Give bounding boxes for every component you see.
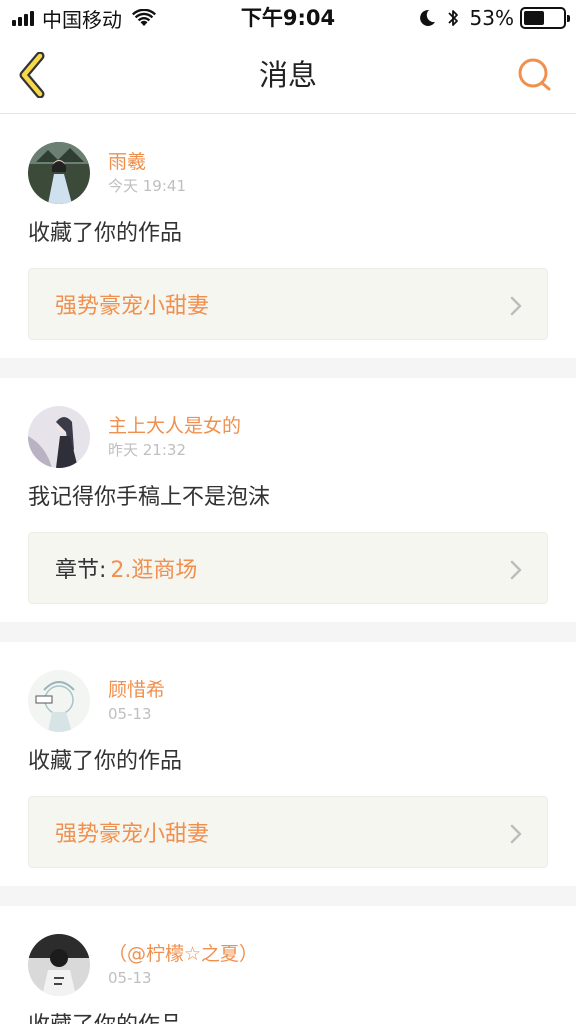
avatar[interactable] <box>28 142 90 204</box>
chapter-label: 章节: <box>55 558 107 583</box>
timestamp: 昨天 21:32 <box>108 441 186 459</box>
work-link[interactable]: 强势豪宠小甜妻 <box>28 268 548 340</box>
battery-icon <box>520 7 570 29</box>
message-header: 雨羲 今天 19:41 <box>28 114 548 232</box>
message-text: 收藏了你的作品 <box>28 1010 548 1024</box>
chapter-title: 2.逛商场 <box>110 558 198 583</box>
bluetooth-icon <box>447 10 458 26</box>
timestamp: 05-13 <box>108 705 152 723</box>
work-title: 强势豪宠小甜妻 <box>55 822 210 847</box>
status-bar: 中国移动 下午9:04 53% <box>0 0 576 36</box>
message-card: 顾惜希 05-13 收藏了你的作品 强势豪宠小甜妻 <box>0 642 576 868</box>
message-list: 雨羲 今天 19:41 收藏了你的作品 强势豪宠小甜妻 主上大人是女的 昨天 2… <box>0 114 576 1024</box>
message-header: 顾惜希 05-13 <box>28 642 548 760</box>
chapter-link[interactable]: 章节: 2.逛商场 <box>28 532 548 604</box>
avatar[interactable] <box>28 670 90 732</box>
battery-fill <box>524 11 545 25</box>
username[interactable]: 主上大人是女的 <box>108 414 241 438</box>
username[interactable]: 顾惜希 <box>108 678 165 702</box>
message-text: 收藏了你的作品 <box>28 221 183 246</box>
username[interactable]: 雨羲 <box>108 150 186 174</box>
message-card: 雨羲 今天 19:41 收藏了你的作品 强势豪宠小甜妻 <box>0 114 576 340</box>
chevron-right-icon <box>510 824 522 844</box>
status-right: 53% <box>418 0 570 36</box>
message-meta: 顾惜希 05-13 <box>108 678 165 724</box>
signal-icon <box>12 10 36 26</box>
message-card: 主上大人是女的 昨天 21:32 我记得你手稿上不是泡沫 章节: 2.逛商场 <box>0 378 576 604</box>
nav-bar: 消息 <box>0 36 576 114</box>
message-meta: （@柠檬☆之夏） 05-13 <box>108 942 258 988</box>
username[interactable]: （@柠檬☆之夏） <box>108 942 258 966</box>
section-divider <box>0 622 576 642</box>
search-icon[interactable] <box>516 56 554 94</box>
chevron-right-icon <box>510 296 522 316</box>
status-left: 中国移动 <box>12 0 156 36</box>
page-title: 消息 <box>258 58 317 92</box>
moon-icon <box>419 9 435 26</box>
avatar[interactable] <box>28 934 90 996</box>
timestamp: 05-13 <box>108 969 152 987</box>
wifi-icon <box>132 9 156 26</box>
message-meta: 雨羲 今天 19:41 <box>108 150 186 196</box>
back-arrow-icon[interactable] <box>14 52 54 98</box>
section-divider <box>0 886 576 906</box>
section-divider <box>0 358 576 378</box>
battery-percent: 53% <box>469 6 514 30</box>
message-card: （@柠檬☆之夏） 05-13 收藏了你的作品 <box>0 906 576 1024</box>
message-text: 我记得你手稿上不是泡沫 <box>28 485 271 510</box>
timestamp: 今天 19:41 <box>108 177 186 195</box>
avatar[interactable] <box>28 406 90 468</box>
work-title: 强势豪宠小甜妻 <box>55 294 210 319</box>
message-meta: 主上大人是女的 昨天 21:32 <box>108 414 241 460</box>
message-header: （@柠檬☆之夏） 05-13 <box>28 906 548 1024</box>
message-header: 主上大人是女的 昨天 21:32 <box>28 378 548 496</box>
carrier-name: 中国移动 <box>42 7 122 32</box>
chevron-right-icon <box>510 560 522 580</box>
message-text: 收藏了你的作品 <box>28 749 183 774</box>
work-link[interactable]: 强势豪宠小甜妻 <box>28 796 548 868</box>
